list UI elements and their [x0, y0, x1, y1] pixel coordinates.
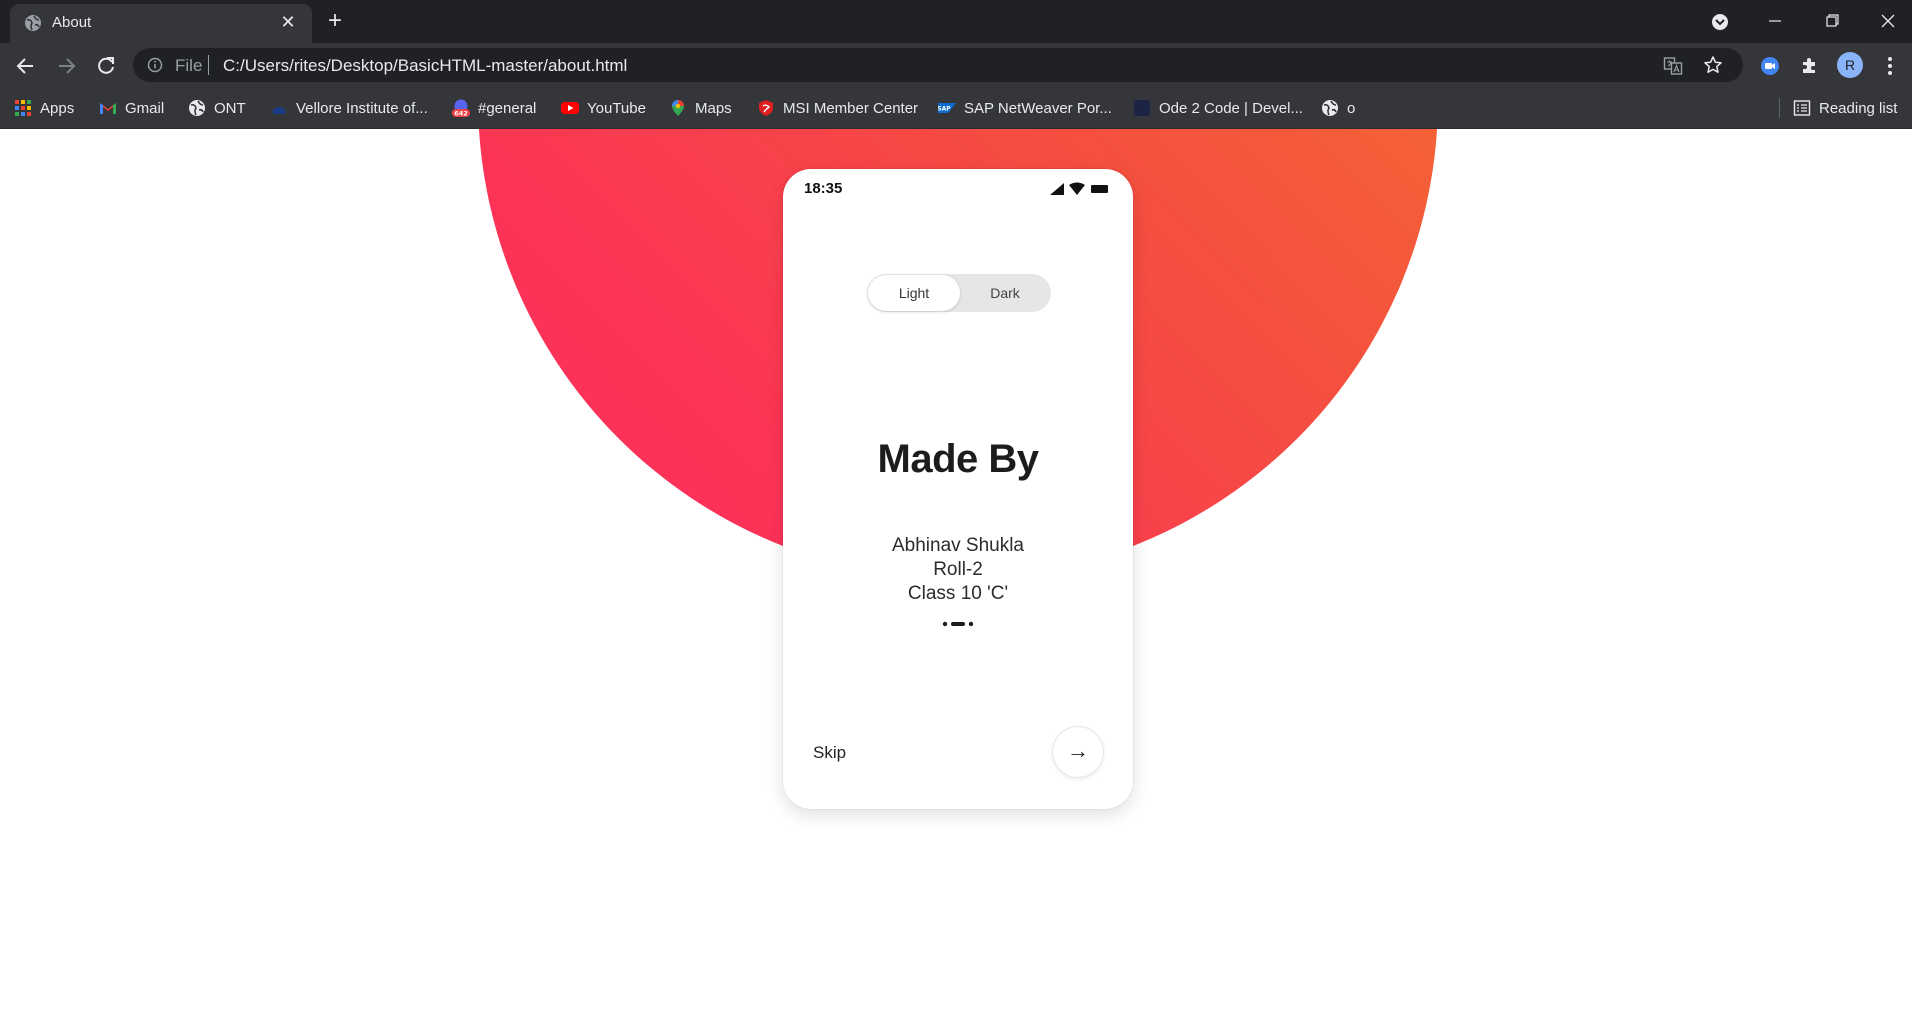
svg-text:SAP: SAP	[938, 106, 951, 113]
gmail-icon	[100, 103, 116, 114]
page-viewport: 18:35 Light Dark Made By Abhinav Shukla …	[0, 129, 1912, 1025]
tab-close-icon[interactable]: ✕	[278, 12, 298, 32]
bookmark-vit[interactable]: Vellore Institute of...	[270, 96, 428, 120]
bookmark-apps[interactable]: Apps	[14, 96, 74, 120]
status-bar-icons	[1050, 182, 1108, 195]
youtube-icon	[561, 102, 579, 114]
author-class: Class 10 'C'	[907, 583, 1009, 604]
bookmark-label: o	[1347, 99, 1356, 117]
bookmark-label: #general	[478, 99, 537, 117]
minimize-icon[interactable]	[1755, 6, 1795, 36]
address-bar[interactable]: File C:/Users/rites/Desktop/BasicHTML-ma…	[133, 48, 1743, 82]
address-url[interactable]: C:/Users/rites/Desktop/BasicHTML-master/…	[223, 56, 627, 76]
globe-icon	[25, 15, 41, 31]
theme-dark-option[interactable]: Dark	[959, 275, 1051, 311]
browser-toolbar: File C:/Users/rites/Desktop/BasicHTML-ma…	[0, 43, 1912, 88]
bookmark-star-icon[interactable]	[1703, 55, 1723, 75]
bookmark-label: Gmail	[125, 99, 165, 117]
author-roll: Roll-2	[933, 559, 983, 580]
sap-icon: SAP	[938, 103, 956, 113]
wifi-icon	[1069, 182, 1085, 195]
tab-search-icon[interactable]	[1710, 12, 1730, 32]
bookmark-youtube[interactable]: YouTube	[561, 96, 646, 120]
vit-icon	[272, 107, 286, 114]
bookmark-general[interactable]: 642 #general	[452, 96, 536, 120]
bookmark-label: Ode 2 Code | Devel...	[1159, 99, 1303, 117]
bookmark-ode2code[interactable]: Ode 2 Code | Devel...	[1133, 96, 1303, 120]
bookmark-msi[interactable]: MSI Member Center	[757, 96, 918, 120]
reading-list-label: Reading list	[1819, 99, 1898, 117]
bookmark-maps[interactable]: Maps	[669, 96, 732, 120]
tab-strip: About ✕ +	[0, 0, 1912, 43]
bookmark-label: YouTube	[587, 99, 646, 117]
address-separator	[208, 55, 209, 75]
bookmark-ont[interactable]: ONT	[188, 96, 246, 120]
address-scheme-label: File	[175, 56, 203, 75]
forward-arrow-icon[interactable]	[53, 53, 79, 79]
page-indicator-dots	[942, 621, 974, 627]
profile-avatar[interactable]: R	[1837, 52, 1863, 78]
bookmark-sap[interactable]: SAP SAP NetWeaver Por...	[938, 96, 1112, 120]
bookmark-label: SAP NetWeaver Por...	[964, 99, 1112, 117]
bookmark-label: Apps	[40, 99, 75, 117]
globe-icon	[1322, 100, 1338, 116]
theme-toggle[interactable]: Light Dark	[867, 274, 1051, 312]
bookmarks-divider	[1779, 98, 1780, 118]
translate-icon[interactable]	[1663, 56, 1683, 76]
pager-dot-active	[951, 622, 965, 626]
slack-badge-icon: 642	[452, 99, 470, 117]
bookmark-gmail[interactable]: Gmail	[99, 96, 164, 120]
msi-shield-icon	[759, 100, 773, 116]
tab-title: About	[52, 14, 92, 31]
back-arrow-icon[interactable]	[13, 53, 39, 79]
restore-icon[interactable]	[1812, 6, 1852, 36]
browser-tab-about[interactable]: About ✕	[10, 4, 312, 43]
maps-pin-icon	[672, 100, 684, 116]
author-name: Abhinav Shukla	[891, 535, 1025, 556]
info-icon[interactable]	[147, 57, 163, 73]
pager-dot	[968, 621, 974, 627]
kebab-menu-icon[interactable]	[1882, 55, 1898, 77]
reading-list-button[interactable]: Reading list	[1793, 96, 1897, 120]
new-tab-button[interactable]: +	[322, 9, 348, 35]
phone-mockup-card: 18:35 Light Dark Made By Abhinav Shukla …	[783, 169, 1133, 809]
next-arrow-button[interactable]: →	[1053, 727, 1103, 777]
theme-light-option[interactable]: Light	[868, 275, 960, 311]
bookmark-o[interactable]: o	[1321, 96, 1355, 120]
window-close-icon[interactable]	[1868, 6, 1908, 36]
status-bar-time: 18:35	[804, 180, 843, 197]
ode2code-icon	[1134, 100, 1150, 116]
bookmark-label: Vellore Institute of...	[296, 99, 428, 117]
pager-dot	[942, 621, 948, 627]
bookmark-label: MSI Member Center	[783, 99, 919, 117]
extensions-puzzle-icon[interactable]	[1800, 55, 1820, 75]
signal-icon	[1050, 183, 1064, 195]
apps-grid-icon	[15, 100, 31, 116]
bookmark-label: Maps	[695, 99, 732, 117]
meet-extension-icon[interactable]	[1760, 56, 1780, 76]
badge-count: 642	[454, 110, 468, 118]
bookmarks-bar: Apps Gmail ONT Vellore Institute of... 6…	[0, 88, 1912, 129]
reading-list-icon	[1793, 100, 1811, 116]
reload-icon[interactable]	[93, 53, 119, 79]
bookmark-label: ONT	[214, 99, 246, 117]
globe-icon	[189, 100, 205, 116]
battery-icon	[1091, 185, 1108, 193]
skip-link[interactable]: Skip	[813, 743, 846, 763]
page-heading: Made By	[877, 437, 1040, 481]
